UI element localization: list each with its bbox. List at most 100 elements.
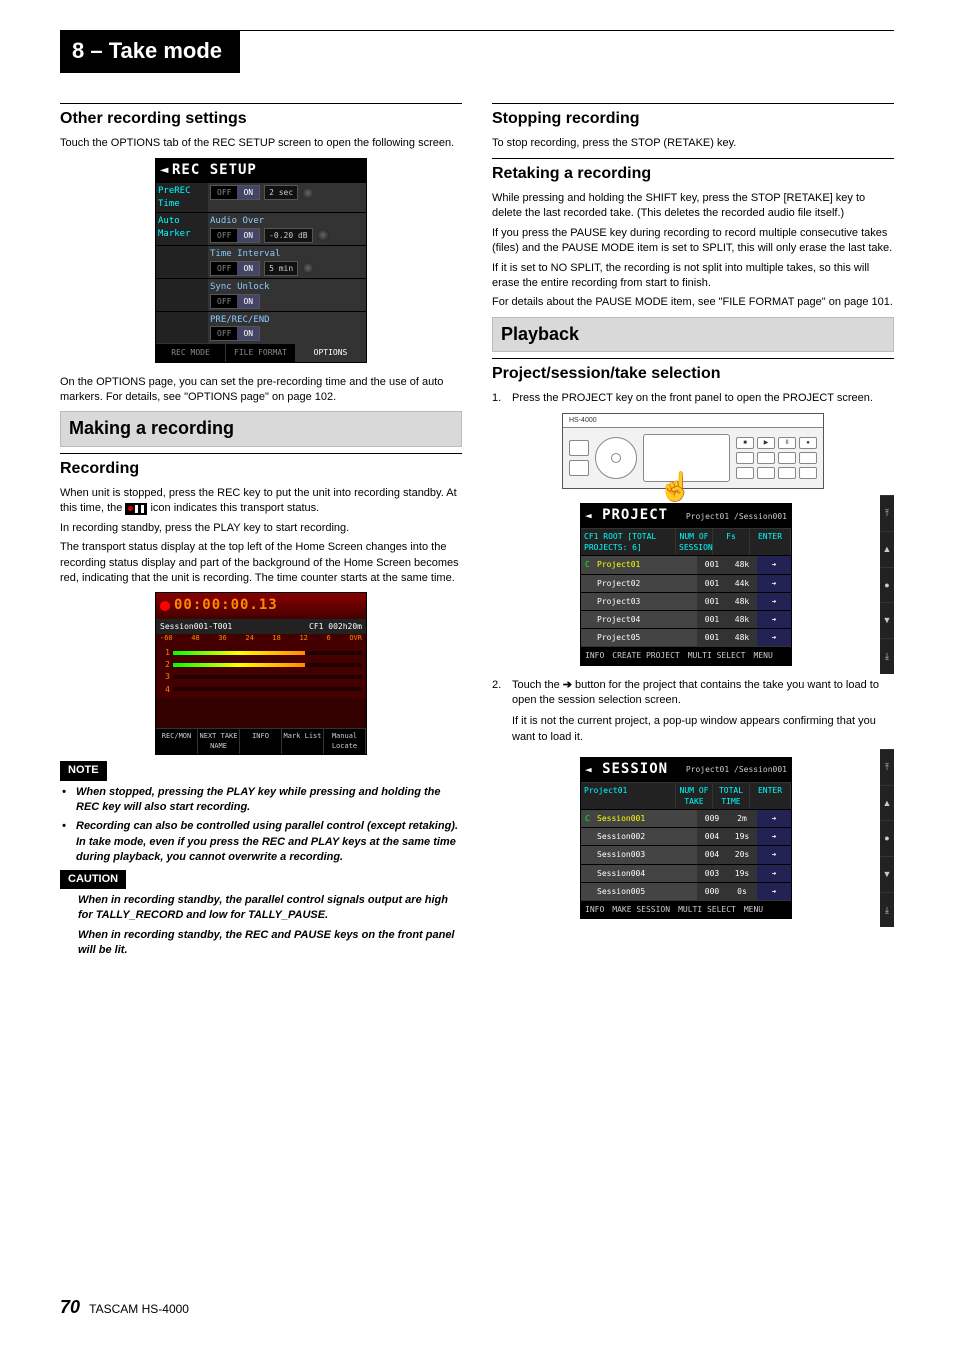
scroll-down-icon[interactable]: ▼ <box>880 602 894 638</box>
panel-button[interactable] <box>736 467 754 479</box>
scroll-thumb[interactable]: ● <box>880 567 894 603</box>
enter-arrow-icon[interactable]: ➔ <box>757 575 791 592</box>
table-row[interactable]: Project0500148k➔ <box>581 628 791 646</box>
table-row[interactable]: Session00200419s➔ <box>581 827 791 845</box>
table-row[interactable]: Session00300420s➔ <box>581 845 791 863</box>
tab-options[interactable]: OPTIONS <box>296 344 366 361</box>
para: When unit is stopped, press the REC key … <box>60 486 462 517</box>
col-header: NUM OF TAKE <box>676 783 713 809</box>
panel-button[interactable] <box>799 452 817 464</box>
row-label <box>156 279 208 311</box>
para: While pressing and holding the SHIFT key… <box>492 191 894 222</box>
take-name: Session001-T001 <box>160 621 232 632</box>
enter-arrow-icon: ➔ <box>563 678 572 693</box>
value-field[interactable]: 2 sec <box>264 185 298 200</box>
table-row[interactable]: Session0050000s➔ <box>581 882 791 900</box>
panel-button[interactable] <box>757 467 775 479</box>
enter-arrow-icon[interactable]: ➔ <box>757 593 791 610</box>
para: Touch the OPTIONS tab of the REC SETUP s… <box>60 136 462 151</box>
scroll-bottom-icon[interactable]: ⤓ <box>880 638 894 674</box>
play-button[interactable]: ▶ <box>757 437 775 449</box>
footer-button[interactable]: MENU <box>740 901 767 918</box>
rec-setup-row: PreREC TimeOFFON2 sec <box>156 182 366 212</box>
tab-file-format[interactable]: FILE FORMAT <box>226 344 296 361</box>
para: If it is set to NO SPLIT, the recording … <box>492 261 894 292</box>
footer-button[interactable]: NEXT TAKE NAME <box>198 729 240 755</box>
knob-icon[interactable] <box>301 261 315 275</box>
para: If you press the PAUSE key during record… <box>492 226 894 257</box>
enter-arrow-icon[interactable]: ➔ <box>757 828 791 845</box>
scroll-down-icon[interactable]: ▼ <box>880 856 894 892</box>
scroll-bar[interactable]: ⤒ ▲ ● ▼ ⤓ <box>880 495 894 673</box>
value-field[interactable]: -0.20 dB <box>264 228 313 243</box>
cf-status: CF1 002h20m <box>309 621 362 632</box>
footer-button[interactable]: INFO <box>240 729 282 755</box>
footer-button[interactable]: MULTI SELECT <box>684 647 750 664</box>
col-header: ENTER <box>750 529 791 555</box>
scroll-thumb[interactable]: ● <box>880 820 894 856</box>
panel-button[interactable] <box>736 452 754 464</box>
note-item: Recording can also be controlled using p… <box>60 819 462 865</box>
off-on-toggle[interactable]: OFFON <box>210 326 260 341</box>
rec-setup-screen: ◄REC SETUP PreREC TimeOFFON2 secAuto Mar… <box>155 158 367 363</box>
footer-button[interactable]: MULTI SELECT <box>674 901 740 918</box>
scroll-up-icon[interactable]: ▲ <box>880 785 894 821</box>
footer-button[interactable]: INFO <box>581 901 608 918</box>
scroll-top-icon[interactable]: ⤒ <box>880 495 894 531</box>
scroll-bottom-icon[interactable]: ⤓ <box>880 892 894 928</box>
project-title: PROJECT <box>602 507 668 523</box>
knob-icon[interactable] <box>301 186 315 200</box>
table-row[interactable]: Project0200144k➔ <box>581 574 791 592</box>
time-counter: 00:00:00.13 <box>174 596 278 616</box>
enter-arrow-icon[interactable]: ➔ <box>757 883 791 900</box>
footer-button[interactable]: CREATE PROJECT <box>608 647 683 664</box>
enter-arrow-icon[interactable]: ➔ <box>757 865 791 882</box>
row-label <box>156 246 208 278</box>
panel-button[interactable] <box>778 467 796 479</box>
back-icon[interactable]: ◄ <box>160 161 172 181</box>
value-field[interactable]: 5 min <box>264 261 298 276</box>
enter-arrow-icon[interactable]: ➔ <box>757 810 791 827</box>
scroll-bar[interactable]: ⤒ ▲ ● ▼ ⤓ <box>880 749 894 927</box>
footer-button[interactable]: INFO <box>581 647 608 664</box>
table-row[interactable]: CProject0100148k➔ <box>581 555 791 573</box>
para: In recording standby, press the PLAY key… <box>60 521 462 536</box>
knob-icon[interactable] <box>316 228 330 242</box>
off-on-toggle[interactable]: OFFON <box>210 228 260 243</box>
breadcrumb: Project01 /Session001 <box>686 511 787 522</box>
cf-slot-icon <box>569 460 589 476</box>
footer-button[interactable]: Mark List <box>282 729 324 755</box>
panel-button[interactable] <box>757 452 775 464</box>
tab-rec-mode[interactable]: REC MODE <box>156 344 226 361</box>
pause-button[interactable]: II <box>778 437 796 449</box>
enter-arrow-icon[interactable]: ➔ <box>757 629 791 646</box>
stop-button[interactable]: ■ <box>736 437 754 449</box>
rec-setup-title: REC SETUP <box>172 162 257 178</box>
off-on-toggle[interactable]: OFFON <box>210 261 260 276</box>
enter-arrow-icon[interactable]: ➔ <box>757 846 791 863</box>
rec-button[interactable]: ● <box>799 437 817 449</box>
footer-button[interactable]: MENU <box>750 647 777 664</box>
off-on-toggle[interactable]: OFFON <box>210 185 260 200</box>
para: The transport status display at the top … <box>60 540 462 586</box>
para: To stop recording, press the STOP (RETAK… <box>492 136 894 151</box>
col-header: Fs <box>713 529 750 555</box>
row-label: Auto Marker <box>156 213 208 245</box>
jog-wheel[interactable] <box>595 437 637 479</box>
scroll-top-icon[interactable]: ⤒ <box>880 749 894 785</box>
enter-arrow-icon[interactable]: ➔ <box>757 611 791 628</box>
step-2: 2. Touch the ➔ button for the project th… <box>492 678 894 746</box>
panel-button[interactable] <box>778 452 796 464</box>
footer-button[interactable]: REC/MON <box>156 729 198 755</box>
footer-button[interactable]: Manual Locate <box>324 729 366 755</box>
panel-button[interactable] <box>799 467 817 479</box>
caution-text: When in recording standby, the REC and P… <box>78 928 462 959</box>
table-row[interactable]: Project0300148k➔ <box>581 592 791 610</box>
enter-arrow-icon[interactable]: ➔ <box>757 556 791 573</box>
off-on-toggle[interactable]: OFFON <box>210 294 260 309</box>
table-row[interactable]: Session00400319s➔ <box>581 864 791 882</box>
scroll-up-icon[interactable]: ▲ <box>880 531 894 567</box>
table-row[interactable]: Project0400148k➔ <box>581 610 791 628</box>
footer-button[interactable]: MAKE SESSION <box>608 901 674 918</box>
table-row[interactable]: CSession0010092m➔ <box>581 809 791 827</box>
